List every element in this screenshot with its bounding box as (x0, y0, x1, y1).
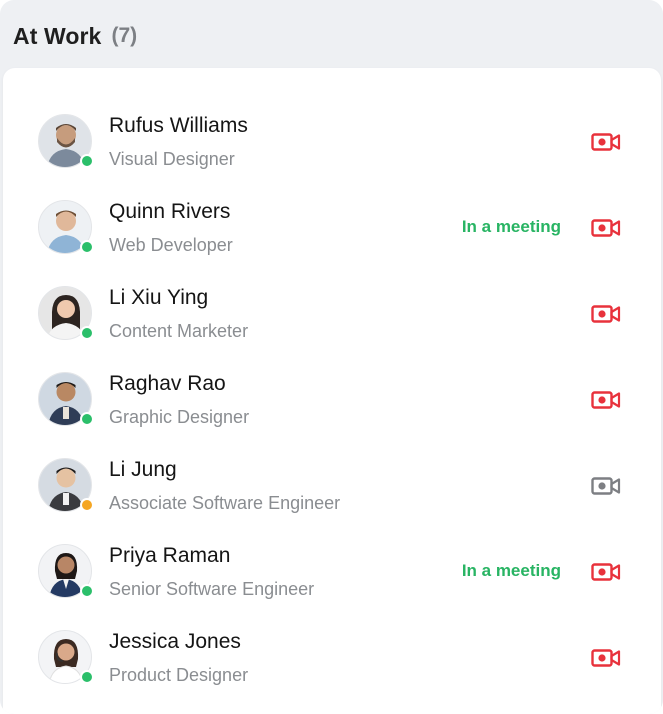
video-camera-icon (591, 477, 621, 495)
avatar (38, 630, 94, 686)
presence-indicator (80, 670, 94, 684)
video-camera-icon (591, 563, 621, 581)
contact-name: Quinn Rivers (109, 200, 231, 223)
contact-row[interactable]: Jessica Jones Product Designer (3, 614, 661, 700)
contact-role: Senior Software Engineer (109, 579, 315, 599)
presence-indicator (80, 154, 94, 168)
contact-role: Web Developer (109, 235, 233, 255)
presence-indicator (80, 326, 94, 340)
avatar (38, 372, 94, 428)
contact-row[interactable]: Raghav Rao Graphic Designer (3, 356, 661, 442)
video-camera-icon (591, 391, 621, 409)
contact-list: Rufus Williams Visual Designer Quinn Riv… (3, 68, 661, 714)
avatar (38, 114, 94, 170)
presence-indicator (80, 584, 94, 598)
video-call-button[interactable] (589, 387, 623, 413)
contact-status: In a meeting (461, 217, 561, 236)
contact-row[interactable]: Li Jung Associate Software Engineer (3, 442, 661, 528)
avatar (38, 544, 94, 600)
contacts-group: At Work (7) Rufus Williams Visual Design… (0, 0, 663, 714)
video-camera-icon (591, 305, 621, 323)
contact-role: Associate Software Engineer (109, 493, 341, 513)
contact-name: Rufus Williams (109, 114, 248, 137)
video-call-button[interactable] (589, 559, 623, 585)
contact-name: Jessica Jones (109, 630, 241, 653)
group-count: (7) (111, 24, 138, 47)
video-call-button[interactable] (589, 473, 623, 499)
contact-name: Raghav Rao (109, 372, 226, 395)
contact-role: Content Marketer (109, 321, 249, 341)
contact-name: Priya Raman (109, 544, 231, 567)
group-title: At Work (13, 22, 102, 49)
presence-indicator (80, 498, 94, 512)
presence-indicator (80, 240, 94, 254)
avatar (38, 286, 94, 342)
contact-role: Visual Designer (109, 149, 235, 169)
presence-indicator (80, 412, 94, 426)
video-camera-icon (591, 133, 621, 151)
video-call-button[interactable] (589, 645, 623, 671)
contact-row[interactable]: Quinn Rivers Web Developer In a meeting (3, 184, 661, 270)
contact-row[interactable]: Priya Raman Senior Software Engineer In … (3, 528, 661, 614)
video-call-button[interactable] (589, 215, 623, 241)
contact-row[interactable]: Rufus Williams Visual Designer (3, 98, 661, 184)
video-call-button[interactable] (589, 129, 623, 155)
contact-name: Li Xiu Ying (109, 286, 209, 309)
video-call-button[interactable] (589, 301, 623, 327)
contact-row[interactable]: Li Xiu Ying Content Marketer (3, 270, 661, 356)
avatar (38, 200, 94, 256)
avatar (38, 458, 94, 514)
contact-name: Li Jung (109, 458, 177, 481)
contact-status: In a meeting (461, 561, 561, 580)
video-camera-icon (591, 649, 621, 667)
video-camera-icon (591, 219, 621, 237)
contact-role: Product Designer (109, 665, 249, 685)
contact-role: Graphic Designer (109, 407, 250, 427)
group-header[interactable]: At Work (7) (0, 0, 663, 72)
